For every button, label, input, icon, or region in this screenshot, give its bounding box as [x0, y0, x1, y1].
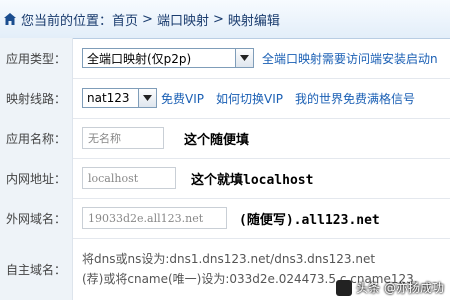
app-type-value: 全端口映射(仅p2p) 全端口映射需要访问端安装启动n — [73, 38, 450, 78]
row-app-name: 应用名称： 无名称 这个随便填 — [0, 118, 450, 159]
watermark-logo-icon — [336, 279, 353, 296]
breadcrumb-prefix: 您当前的位置： — [21, 13, 113, 29]
app-type-label: 应用类型： — [0, 38, 73, 78]
lan-address-label: 内网地址： — [0, 158, 73, 198]
app-name-label: 应用名称： — [0, 118, 73, 158]
wan-domain-label: 外网域名： — [0, 198, 73, 238]
line-value: nat123 免费VIP 如何切换VIP 我的世界免费满格信号 — [73, 78, 450, 118]
line-label: 映射线路： — [0, 78, 73, 118]
breadcrumb-current: 映射编辑 — [227, 13, 280, 29]
minecraft-signal-link[interactable]: 我的世界免费满格信号 — [295, 90, 415, 107]
own-domain-label: 自主域名： — [0, 238, 73, 300]
switch-vip-link[interactable]: 如何切换VIP — [216, 90, 283, 107]
dns-instruction-line1: 将dns或ns设为:dns1.dns123.net/dns3.dns123.ne… — [82, 252, 376, 266]
breadcrumb: 您当前的位置： 首页 > 端口映射 > 映射编辑 — [0, 0, 450, 39]
row-line: 映射线路： nat123 免费VIP 如何切换VIP 我的世界免费满格信号 — [0, 78, 450, 119]
row-app-type: 应用类型： 全端口映射(仅p2p) 全端口映射需要访问端安装启动n — [0, 38, 450, 79]
app-name-value: 无名称 这个随便填 — [73, 118, 450, 158]
app-name-annotation: 这个随便填 — [184, 132, 250, 148]
breadcrumb-home[interactable]: 首页 — [112, 10, 138, 29]
app-name-input[interactable]: 无名称 — [82, 127, 164, 149]
app-type-hint-link[interactable]: 全端口映射需要访问端安装启动n — [262, 50, 438, 67]
home-icon — [4, 13, 16, 25]
wan-domain-annotation: (随便写).all123.net — [239, 212, 380, 228]
wan-domain-input[interactable]: 19033d2e.all123.net — [82, 207, 227, 229]
line-selected: nat123 — [87, 91, 130, 105]
chevron-down-icon[interactable] — [235, 49, 253, 67]
row-lan-address: 内网地址： localhost 这个就填localhost — [0, 158, 450, 199]
line-select[interactable]: nat123 — [82, 88, 157, 108]
app-type-select[interactable]: 全端口映射(仅p2p) — [82, 48, 254, 68]
wan-domain-value: 19033d2e.all123.net (随便写).all123.net — [73, 198, 450, 238]
free-vip-link[interactable]: 免费VIP — [161, 90, 204, 107]
breadcrumb-port-mapping[interactable]: 端口映射 — [157, 10, 209, 29]
lan-address-annotation: 这个就填localhost — [191, 172, 314, 188]
breadcrumb-separator: > — [212, 11, 224, 27]
lan-address-value: localhost 这个就填localhost — [73, 158, 450, 198]
breadcrumb-separator: > — [142, 11, 153, 27]
app-type-selected: 全端口映射(仅p2p) — [87, 51, 192, 66]
watermark-text: 头条 @亦扬成功 — [356, 281, 444, 295]
row-wan-domain: 外网域名： 19033d2e.all123.net (随便写).all123.n… — [0, 198, 450, 239]
lan-address-input[interactable]: localhost — [82, 167, 176, 189]
watermark: 头条 @亦扬成功 — [336, 279, 444, 296]
chevron-down-icon[interactable] — [138, 89, 156, 107]
